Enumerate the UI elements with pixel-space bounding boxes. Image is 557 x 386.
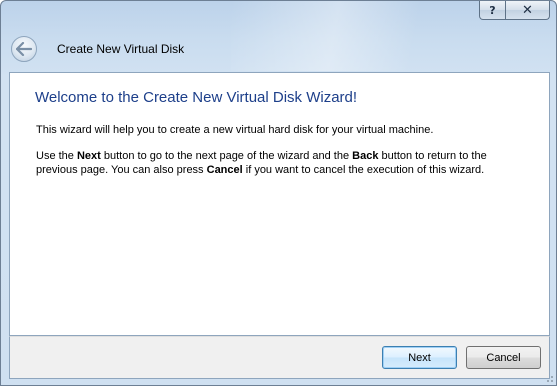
caption-buttons: ? ✕ xyxy=(479,1,550,20)
help-button[interactable]: ? xyxy=(479,1,506,20)
instructions-text-2: button to go to the next page of the wiz… xyxy=(100,150,353,162)
help-icon: ? xyxy=(489,3,496,17)
instructions-text-4: if you want to cancel the execution of t… xyxy=(242,164,485,176)
cancel-button[interactable]: Cancel xyxy=(466,346,541,369)
wizard-header: Create New Virtual Disk xyxy=(11,36,184,62)
back-button[interactable] xyxy=(11,36,37,62)
instructions-cancel-label: Cancel xyxy=(206,164,243,176)
close-icon: ✕ xyxy=(522,2,533,18)
resize-grip-icon[interactable] xyxy=(547,376,553,382)
wizard-footer: Next Cancel xyxy=(9,336,550,379)
close-button[interactable]: ✕ xyxy=(506,1,550,20)
back-arrow-icon xyxy=(16,42,32,56)
instructions-back-label: Back xyxy=(352,150,379,162)
instructions-paragraph: Use the Next button to go to the next pa… xyxy=(36,149,526,177)
wizard-window: ? ✕ Create New Virtual Disk Welcome to t… xyxy=(0,0,557,386)
intro-paragraph: This wizard will help you to create a ne… xyxy=(36,124,434,136)
wizard-content: Welcome to the Create New Virtual Disk W… xyxy=(9,72,550,336)
next-button[interactable]: Next xyxy=(382,346,457,369)
wizard-title: Create New Virtual Disk xyxy=(57,42,185,56)
wizard-heading: Welcome to the Create New Virtual Disk W… xyxy=(35,89,358,106)
instructions-next-label: Next xyxy=(76,150,101,162)
instructions-text-1: Use the xyxy=(36,150,77,162)
